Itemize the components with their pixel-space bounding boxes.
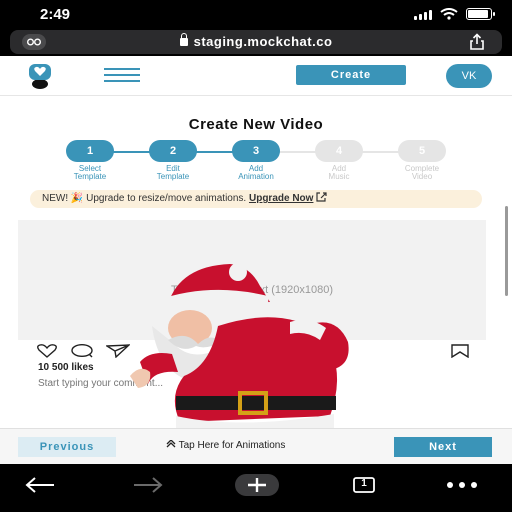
browser-address-bar: staging.mockchat.co bbox=[0, 28, 512, 56]
bookmark-icon[interactable] bbox=[450, 344, 470, 358]
more-icon bbox=[447, 482, 477, 488]
wizard-footer: Previous Tap Here for Animations Next bbox=[0, 428, 512, 464]
post-actions bbox=[36, 344, 130, 358]
tabs-button[interactable]: 1 bbox=[346, 470, 382, 500]
step-label: Add Music bbox=[328, 164, 350, 181]
previous-button[interactable]: Previous bbox=[18, 437, 116, 457]
page-title: Create New Video bbox=[188, 116, 324, 133]
step-number: 5 bbox=[398, 140, 446, 162]
signal-icon bbox=[414, 9, 432, 20]
tab-count: 1 bbox=[361, 478, 367, 489]
upgrade-banner: NEW! 🎉 Upgrade to resize/move animations… bbox=[30, 190, 482, 208]
step-4: 4 Add Music bbox=[309, 140, 369, 181]
url-text: staging.mockchat.co bbox=[193, 34, 333, 49]
phone-screen: 2:49 staging.mockchat.co Create VK Creat… bbox=[0, 0, 512, 512]
santa-belt bbox=[176, 396, 336, 410]
animations-toggle[interactable]: Tap Here for Animations bbox=[166, 439, 286, 451]
lock-icon bbox=[179, 33, 188, 46]
hamburger-menu-icon[interactable] bbox=[104, 68, 140, 82]
step-label: Edit Template bbox=[156, 164, 190, 181]
step-label: Add Animation bbox=[238, 164, 274, 181]
forward-arrow-icon bbox=[134, 477, 163, 493]
back-button[interactable] bbox=[22, 470, 58, 500]
santa-animation[interactable] bbox=[120, 246, 360, 456]
comment-icon[interactable] bbox=[70, 344, 94, 358]
step-number: 1 bbox=[66, 140, 114, 162]
step-number: 4 bbox=[315, 140, 363, 162]
more-button[interactable] bbox=[444, 470, 480, 500]
user-avatar[interactable]: VK bbox=[446, 64, 492, 88]
progress-stepper: 1 Select Template 2 Edit Template 3 Add Ani… bbox=[0, 140, 512, 190]
forward-button[interactable] bbox=[130, 470, 166, 500]
heart-icon[interactable] bbox=[36, 344, 58, 358]
banner-text: NEW! 🎉 Upgrade to resize/move animations… bbox=[42, 193, 247, 204]
hand-left bbox=[130, 368, 151, 388]
step-3: 3 Add Animation bbox=[226, 140, 286, 181]
step-2: 2 Edit Template bbox=[143, 140, 203, 181]
create-button[interactable]: Create bbox=[296, 65, 406, 85]
battery-icon bbox=[466, 8, 495, 20]
battery-level bbox=[468, 10, 488, 18]
browser-toolbar: 1 bbox=[0, 464, 512, 512]
wifi-icon bbox=[440, 8, 458, 20]
url-field[interactable]: staging.mockchat.co bbox=[10, 30, 502, 54]
step-label: Complete Video bbox=[404, 164, 440, 181]
url-text-wrap: staging.mockchat.co bbox=[10, 33, 502, 49]
animations-toggle-label: Tap Here for Animations bbox=[178, 440, 286, 451]
hat-pompom bbox=[229, 263, 247, 281]
plus-icon bbox=[235, 474, 279, 496]
site-header: Create VK bbox=[0, 56, 512, 96]
next-button[interactable]: Next bbox=[394, 437, 492, 457]
step-label: Select Template bbox=[73, 164, 107, 181]
web-page: Create VK Create New Video 1 Select Templ… bbox=[0, 56, 512, 464]
page-scrollbar[interactable] bbox=[505, 206, 508, 296]
step-number: 2 bbox=[149, 140, 197, 162]
back-arrow-icon bbox=[25, 477, 54, 493]
status-time: 2:49 bbox=[40, 6, 71, 23]
status-bar: 2:49 bbox=[0, 0, 512, 28]
share-icon[interactable] bbox=[468, 33, 486, 51]
step-number: 3 bbox=[232, 140, 280, 162]
external-link-icon bbox=[316, 192, 327, 202]
mockchat-logo[interactable] bbox=[26, 62, 54, 90]
step-1: 1 Select Template bbox=[60, 140, 120, 181]
new-tab-button[interactable] bbox=[234, 470, 280, 500]
likes-count: 10 500 likes bbox=[38, 362, 94, 373]
status-icons bbox=[414, 8, 495, 20]
step-5: 5 Complete Video bbox=[392, 140, 452, 181]
upgrade-now-link[interactable]: Upgrade Now bbox=[249, 193, 313, 204]
chevron-up-icon bbox=[166, 439, 176, 448]
